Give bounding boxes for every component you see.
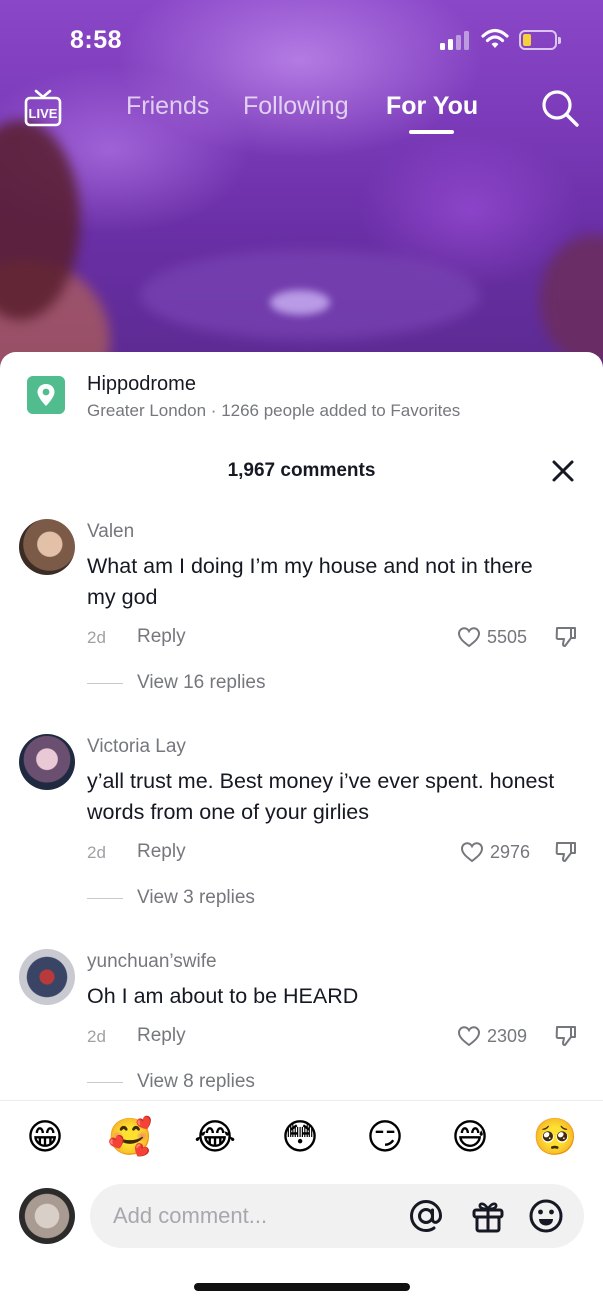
comment-text: Oh I am about to be HEARD bbox=[87, 984, 359, 1008]
location-subtitle: Greater London · 1266 people added to Fa… bbox=[87, 401, 461, 420]
tab-for-you[interactable]: For You bbox=[386, 92, 478, 121]
comment-username[interactable]: Victoria Lay bbox=[87, 736, 186, 758]
tab-following[interactable]: Following bbox=[243, 92, 349, 121]
battery-icon bbox=[519, 30, 561, 50]
emoji-smirk[interactable]: 😏 bbox=[362, 1115, 408, 1161]
emoji-flushed[interactable]: 😳 bbox=[277, 1115, 323, 1161]
location-name[interactable]: Hippodrome bbox=[87, 373, 196, 396]
comment-username[interactable]: yunchuan’swife bbox=[87, 951, 217, 973]
gift-icon[interactable] bbox=[470, 1198, 506, 1234]
emoji-tears-of-joy[interactable]: 😂 bbox=[192, 1115, 238, 1161]
heart-icon[interactable] bbox=[457, 626, 481, 648]
video-stage-light bbox=[270, 290, 330, 315]
view-replies-button[interactable]: View 16 replies bbox=[137, 672, 266, 694]
like-count: 2309 bbox=[487, 1026, 528, 1046]
emoji-pleading[interactable]: 🥺 bbox=[532, 1115, 578, 1161]
at-mention-icon[interactable] bbox=[408, 1198, 444, 1234]
view-replies-button[interactable]: View 3 replies bbox=[137, 887, 255, 909]
comment-age: 2d bbox=[87, 628, 106, 647]
tab-friends[interactable]: Friends bbox=[126, 92, 209, 121]
top-nav: LIVE Friends Following For You bbox=[0, 80, 603, 140]
status-time: 8:58 bbox=[70, 26, 123, 54]
like-count: 2976 bbox=[490, 842, 531, 862]
own-avatar bbox=[19, 1188, 75, 1244]
status-bar: 8:58 bbox=[0, 0, 603, 80]
comment-text: What am I doing I’m my house and not in … bbox=[87, 554, 533, 609]
comment-input[interactable]: Add comment... bbox=[90, 1184, 584, 1248]
emoji-grin[interactable]: 😁 bbox=[22, 1115, 68, 1161]
heart-icon[interactable] bbox=[460, 841, 484, 863]
battery-level bbox=[523, 34, 531, 46]
emoji-icon[interactable] bbox=[528, 1198, 564, 1234]
emoji-smiling-hearts[interactable]: 🥰 bbox=[107, 1115, 153, 1161]
replies-divider bbox=[87, 1082, 123, 1083]
avatar[interactable] bbox=[19, 734, 75, 790]
location-pin-icon[interactable] bbox=[27, 376, 65, 414]
reply-button[interactable]: Reply bbox=[137, 841, 186, 863]
view-replies-button[interactable]: View 8 replies bbox=[137, 1071, 255, 1093]
quick-emoji-bar: 😁 🥰 😂 😳 😏 😅 🥺 bbox=[0, 1115, 603, 1165]
reply-button[interactable]: Reply bbox=[137, 626, 186, 648]
like-count: 5505 bbox=[487, 627, 528, 647]
replies-divider bbox=[87, 898, 123, 899]
cellular-signal-icon bbox=[440, 31, 470, 50]
home-indicator[interactable] bbox=[194, 1283, 410, 1291]
reply-button[interactable]: Reply bbox=[137, 1025, 186, 1047]
replies-divider bbox=[87, 683, 123, 684]
close-icon[interactable] bbox=[550, 458, 576, 484]
emoji-sweat-smile[interactable]: 😅 bbox=[447, 1115, 493, 1161]
comment-username[interactable]: Valen bbox=[87, 521, 134, 543]
heart-icon[interactable] bbox=[457, 1025, 481, 1047]
active-tab-indicator bbox=[409, 130, 454, 134]
comments-count: 1,967 comments bbox=[227, 460, 376, 481]
dislike-icon[interactable] bbox=[554, 1024, 578, 1048]
comment-age: 2d bbox=[87, 843, 106, 862]
live-tv-icon[interactable]: LIVE bbox=[24, 88, 62, 128]
wifi-icon bbox=[481, 28, 509, 48]
dislike-icon[interactable] bbox=[554, 625, 578, 649]
dislike-icon[interactable] bbox=[554, 840, 578, 864]
live-label: LIVE bbox=[29, 106, 58, 121]
comment-placeholder[interactable]: Add comment... bbox=[113, 1203, 267, 1229]
search-icon[interactable] bbox=[540, 88, 580, 128]
comment-text: y’all trust me. Best money i’ve ever spe… bbox=[87, 769, 555, 824]
avatar[interactable] bbox=[19, 519, 75, 575]
composer-divider bbox=[0, 1100, 603, 1101]
video-person-right-shape bbox=[540, 235, 603, 365]
avatar[interactable] bbox=[19, 949, 75, 1005]
comment-age: 2d bbox=[87, 1027, 106, 1046]
